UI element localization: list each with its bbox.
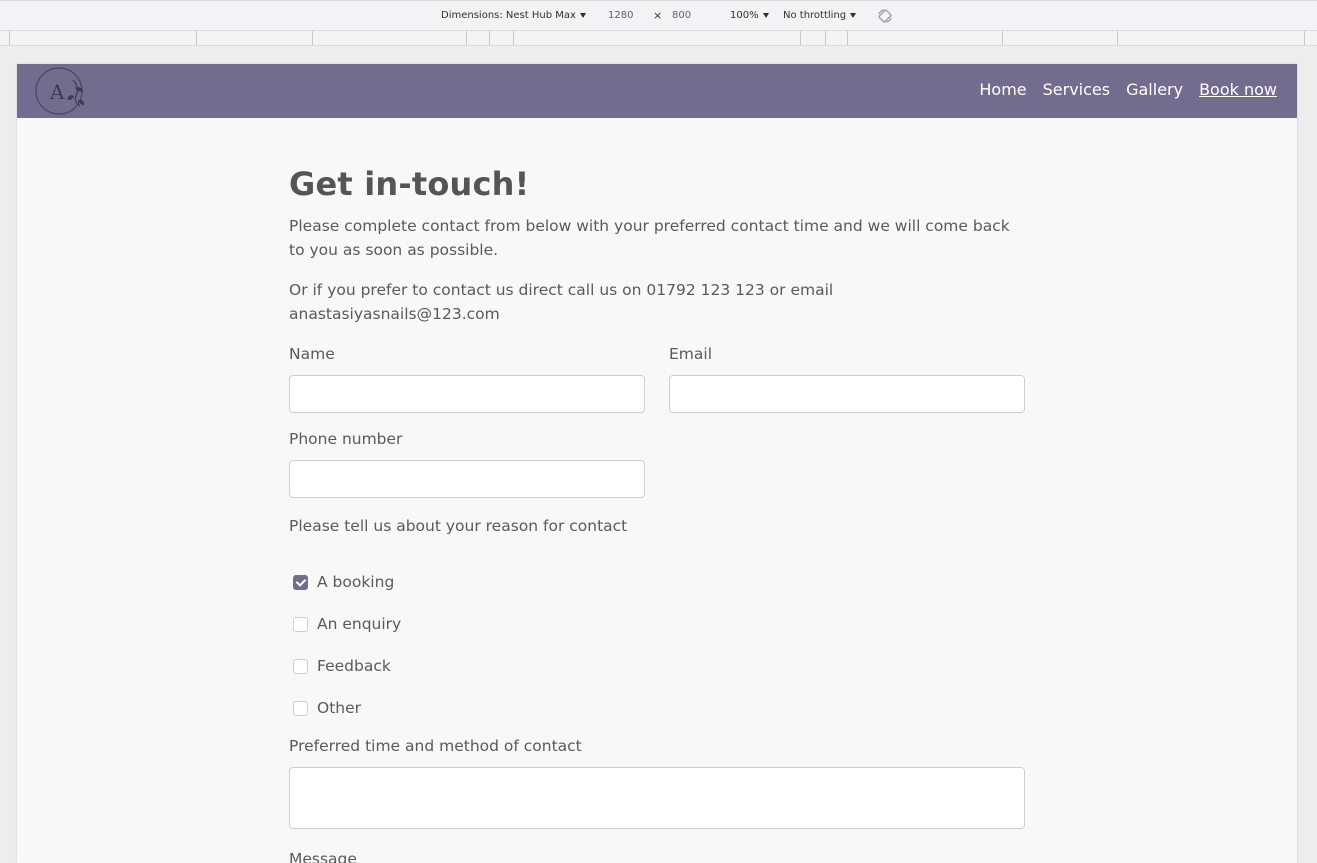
ruler-segment[interactable] (513, 31, 514, 45)
ruler-segment[interactable] (1002, 31, 1003, 45)
reason-option-enquiry[interactable]: An enquiry (289, 612, 1025, 636)
reason-label-enquiry: An enquiry (317, 615, 402, 633)
height-input[interactable]: 800 (672, 7, 712, 25)
name-label: Name (289, 345, 335, 363)
ruler-segment[interactable] (847, 31, 848, 45)
checkbox-enquiry[interactable] (293, 616, 308, 632)
reason-option-other[interactable]: Other (289, 696, 1025, 720)
chevron-down-icon (762, 12, 769, 18)
email-label: Email (669, 345, 713, 363)
ruler-segment[interactable] (196, 31, 197, 45)
ruler-segment[interactable] (312, 31, 313, 45)
chevron-down-icon (850, 12, 857, 18)
ruler-segment[interactable] (1117, 31, 1118, 45)
phone-label: Phone number (289, 430, 403, 448)
ruler-segment[interactable] (1304, 31, 1305, 45)
phone-input[interactable] (289, 460, 645, 498)
ruler-segment[interactable] (825, 31, 826, 45)
zoom-dropdown[interactable]: 100% (730, 10, 769, 21)
reason-label-other: Other (317, 699, 362, 717)
ruler-segment[interactable] (800, 31, 801, 45)
preferred-contact-label: Preferred time and method of contact (289, 737, 582, 755)
email-group: Email (669, 342, 1025, 413)
nav-link-book-now[interactable]: Book now (1199, 80, 1277, 99)
message-label: Message (289, 850, 357, 863)
nav-link-gallery[interactable]: Gallery (1126, 80, 1183, 99)
email-input[interactable] (669, 375, 1025, 413)
ruler-segment[interactable] (489, 31, 490, 45)
reason-label-feedback: Feedback (317, 657, 391, 675)
phone-row: Phone number (289, 427, 1025, 498)
throttling-label: No throttling (783, 10, 847, 21)
name-email-row: Name Email (289, 342, 1025, 413)
width-input[interactable]: 1280 (608, 7, 648, 25)
chevron-down-icon (579, 12, 586, 18)
zoom-label: 100% (730, 10, 759, 21)
checkbox-feedback[interactable] (293, 658, 308, 674)
preferred-contact-textarea[interactable] (289, 767, 1025, 829)
ruler-segment[interactable] (466, 31, 467, 45)
reason-label-booking: A booking (317, 573, 395, 591)
name-input[interactable] (289, 375, 645, 413)
intro-text: Please complete contact from below with … (289, 217, 1010, 259)
throttling-dropdown[interactable]: No throttling (783, 10, 857, 21)
reason-option-feedback[interactable]: Feedback (289, 654, 1025, 678)
reason-label: Please tell us about your reason for con… (289, 517, 628, 535)
checkbox-other[interactable] (293, 700, 308, 716)
rotate-icon[interactable] (877, 8, 893, 24)
brand-logo[interactable]: A (33, 66, 89, 116)
direct-contact-text: Or if you prefer to contact us direct ca… (289, 281, 834, 323)
devtools-device-toolbar: Dimensions: Nest Hub Max 1280 × 800 100%… (0, 0, 1317, 31)
checkbox-booking[interactable] (293, 574, 308, 590)
times-separator: × (653, 9, 663, 22)
phone-group: Phone number (289, 427, 645, 498)
nav-link-services[interactable]: Services (1043, 80, 1110, 99)
logo-letter: A (49, 80, 65, 104)
contact-section: Get in-touch! Please complete contact fr… (289, 164, 1025, 863)
reason-option-booking[interactable]: A booking (289, 570, 1025, 594)
ruler-segment[interactable] (9, 31, 10, 45)
page-title: Get in-touch! (289, 165, 530, 203)
dimensions-dropdown[interactable]: Dimensions: Nest Hub Max (441, 10, 586, 21)
reason-checkbox-group: A booking An enquiry Feedback Other (289, 570, 1025, 720)
nav-link-home[interactable]: Home (979, 80, 1026, 99)
media-query-ruler (0, 31, 1317, 46)
site-navbar: A Home Services Gallery Book now (17, 64, 1297, 118)
nav-links: Home Services Gallery Book now (979, 80, 1277, 99)
page-viewport: A Home Services Gallery Book now Get in-… (17, 64, 1297, 863)
name-group: Name (289, 342, 645, 413)
dimensions-label: Dimensions: Nest Hub Max (441, 10, 576, 21)
